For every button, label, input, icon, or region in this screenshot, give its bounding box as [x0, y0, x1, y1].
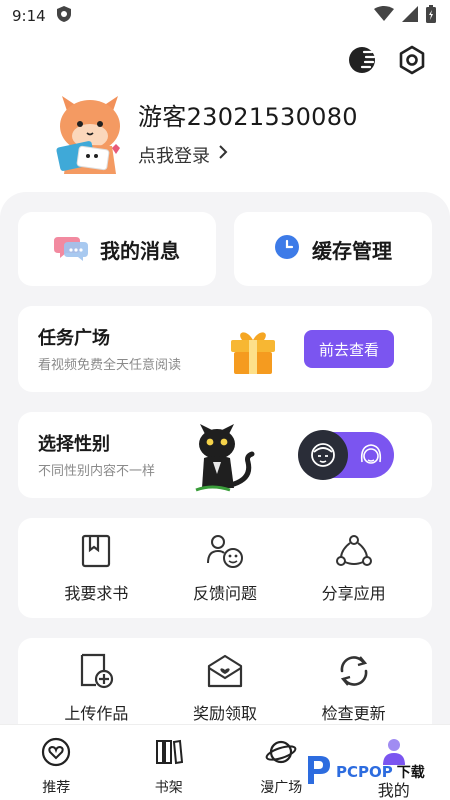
- gender-select-subtitle: 不同性别内容不一样: [38, 464, 156, 479]
- gender-select-card: 选择性别 不同性别内容不一样: [18, 412, 432, 498]
- check-update-button[interactable]: 检查更新: [299, 652, 409, 724]
- watermark: PCPOP 下载: [304, 752, 448, 792]
- reward-mail-icon: [206, 652, 244, 690]
- task-square-subtitle: 看视频免费全天任意阅读: [38, 358, 182, 373]
- signal-icon: [402, 6, 418, 26]
- bookshelf-icon: [155, 737, 183, 771]
- status-time: 9:14: [12, 7, 46, 25]
- tab-bookshelf-label: 书架: [154, 780, 183, 796]
- profile-section: 游客23021530080 点我登录: [50, 82, 410, 182]
- username: 游客23021530080: [138, 102, 358, 131]
- upload-work-button[interactable]: 上传作品: [41, 652, 151, 724]
- avatar[interactable]: [50, 86, 130, 178]
- heart-icon: [41, 737, 71, 771]
- planet-icon: [265, 737, 297, 771]
- share-app-button[interactable]: 分享应用: [299, 532, 409, 604]
- check-update-label: 检查更新: [321, 704, 386, 723]
- refresh-icon: [335, 652, 373, 690]
- pcpop-logo-icon: [304, 754, 332, 790]
- task-square-title: 任务广场: [38, 328, 110, 349]
- chevron-right-icon: [218, 144, 228, 165]
- night-mode-icon[interactable]: [346, 44, 378, 76]
- feedback-icon: [206, 532, 244, 570]
- female-avatar-icon[interactable]: [356, 440, 386, 470]
- claim-reward-button[interactable]: 奖励领取: [170, 652, 280, 724]
- claim-reward-label: 奖励领取: [192, 704, 257, 723]
- gift-box-icon: [228, 326, 278, 376]
- login-label: 点我登录: [138, 145, 210, 167]
- my-messages-label: 我的消息: [100, 238, 180, 263]
- tab-comic-square-label: 漫广场: [260, 780, 303, 796]
- feedback-button[interactable]: 反馈问题: [170, 532, 280, 604]
- feedback-label: 反馈问题: [192, 584, 257, 603]
- request-book-label: 我要求书: [64, 584, 129, 603]
- male-avatar-icon[interactable]: [298, 430, 348, 480]
- my-messages-button[interactable]: 我的消息: [18, 212, 216, 286]
- battery-icon: [426, 5, 436, 27]
- book-icon: [77, 532, 115, 570]
- black-cat-icon: [194, 418, 264, 496]
- settings-icon[interactable]: [396, 44, 428, 76]
- login-link[interactable]: 点我登录: [138, 142, 358, 168]
- upload-icon: [77, 652, 115, 690]
- chat-bubble-icon: [54, 233, 88, 265]
- cache-management-button[interactable]: 缓存管理: [234, 212, 432, 286]
- share-icon: [335, 532, 373, 570]
- shield-status-icon: [56, 5, 72, 27]
- cache-management-label: 缓存管理: [312, 238, 392, 263]
- gender-toggle[interactable]: [298, 430, 394, 480]
- main-panel: 我的消息 缓存管理 任务广场 看视频免费全天任意阅读 前去查看 选择性别 不同性…: [0, 192, 450, 738]
- watermark-suffix: 下载: [396, 765, 425, 781]
- clock-icon: [274, 234, 300, 264]
- tab-recommend-label: 推荐: [42, 780, 71, 796]
- watermark-brand: PCPOP: [336, 763, 393, 781]
- gender-select-title: 选择性别: [38, 434, 110, 455]
- top-actions: [346, 44, 428, 76]
- task-square-card[interactable]: 任务广场 看视频免费全天任意阅读 前去查看: [18, 306, 432, 392]
- tab-bookshelf[interactable]: 书架: [124, 737, 214, 797]
- upload-work-label: 上传作品: [64, 704, 129, 723]
- tab-recommend[interactable]: 推荐: [11, 737, 101, 797]
- wifi-icon: [374, 6, 394, 26]
- status-bar: 9:14: [0, 0, 450, 32]
- go-view-button[interactable]: 前去查看: [304, 330, 394, 368]
- request-book-button[interactable]: 我要求书: [41, 532, 151, 604]
- services-grid-2: 上传作品 奖励领取 检查更新: [18, 638, 432, 738]
- services-grid-1: 我要求书 反馈问题 分享应用: [18, 518, 432, 618]
- share-app-label: 分享应用: [321, 584, 386, 603]
